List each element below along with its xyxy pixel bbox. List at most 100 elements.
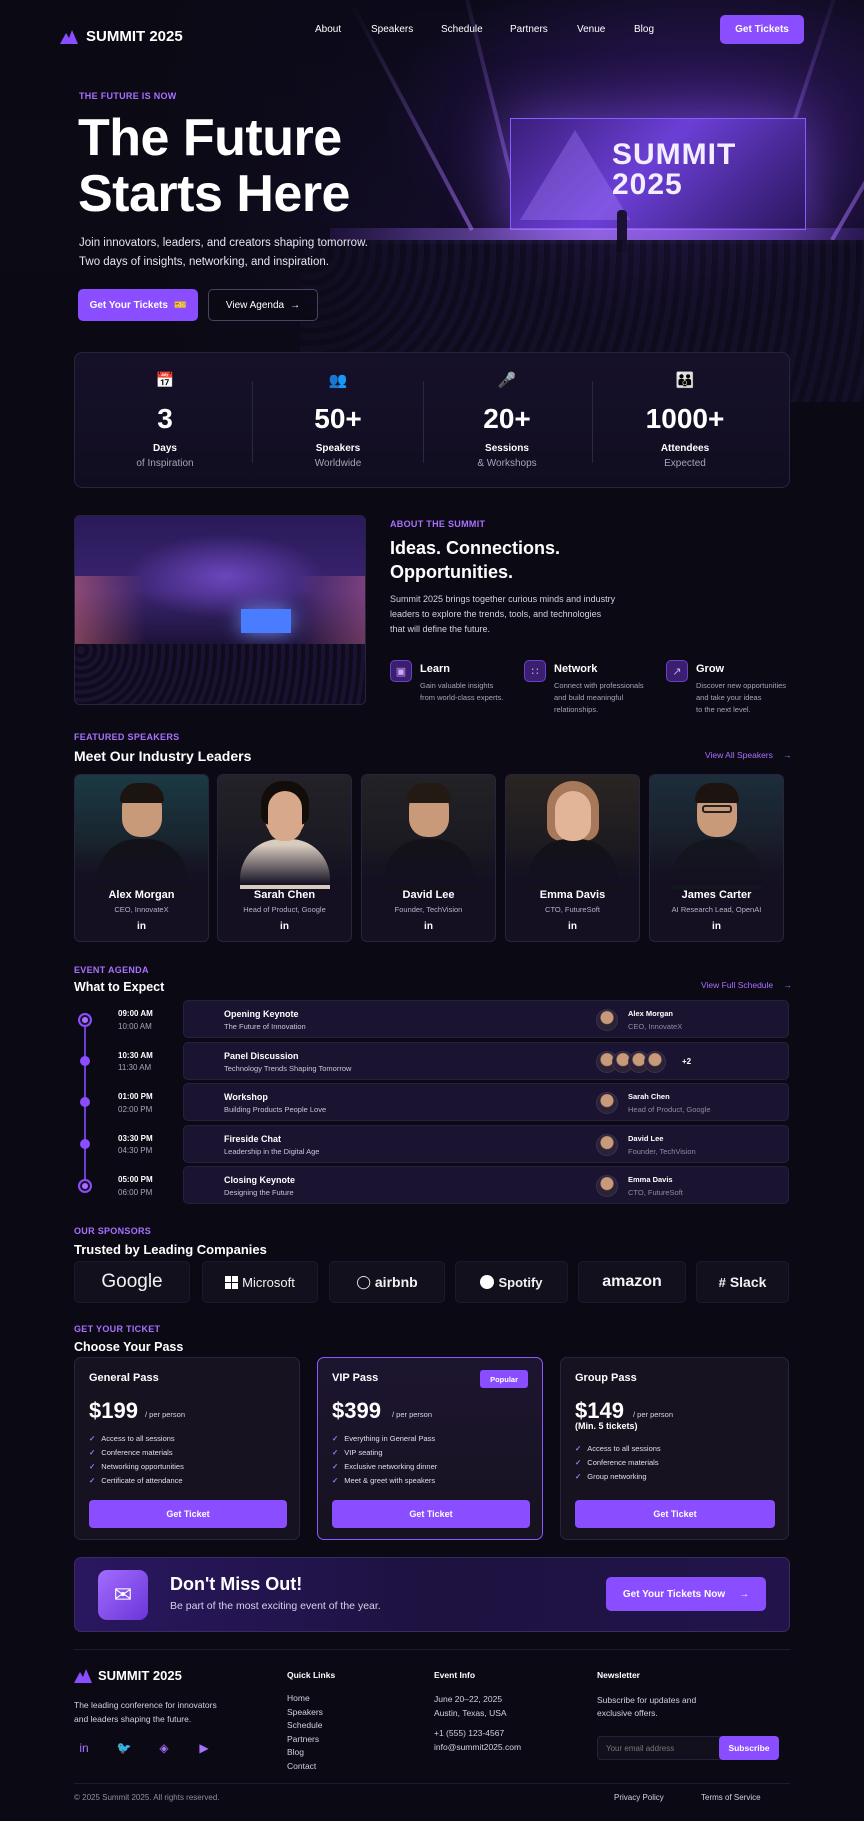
- event-dates: June 20–22, 2025: [434, 1694, 503, 1704]
- get-your-tickets-now-button[interactable]: Get Your Tickets Now →: [606, 1577, 766, 1611]
- pricing-title: Choose Your Pass: [74, 1340, 184, 1354]
- stat-value: 1000+: [645, 403, 725, 434]
- agenda-item[interactable]: Workshop Building Products People Love S…: [183, 1083, 789, 1121]
- view-agenda-button[interactable]: View Agenda →: [208, 289, 318, 321]
- linkedin-icon[interactable]: in: [75, 921, 208, 932]
- speaker-card[interactable]: Alex Morgan CEO, InnovateX in: [74, 774, 209, 942]
- stat-value: 3: [157, 403, 173, 434]
- sponsor-slack[interactable]: # Slack: [696, 1261, 789, 1303]
- view-agenda-label: View Agenda: [225, 299, 285, 311]
- check-icon: ✓: [89, 1448, 96, 1457]
- session-start-time: 01:00 PM: [118, 1092, 153, 1101]
- session-title: Workshop: [224, 1092, 268, 1102]
- plan-feature: ✓ Conference materials: [575, 1458, 659, 1467]
- sponsor-amazon[interactable]: amazon: [578, 1261, 686, 1303]
- speaker-role: Head of Product, Google: [243, 905, 326, 914]
- view-full-schedule-link[interactable]: View Full Schedule →: [701, 980, 792, 990]
- about-title: Ideas. Connections. Opportunities.: [390, 538, 561, 582]
- speaker-card[interactable]: David Lee Founder, TechVision in: [361, 774, 496, 942]
- speaker-card[interactable]: James Carter AI Research Lead, OpenAI in: [649, 774, 784, 942]
- plan-feature: ✓ Certificate of attendance: [89, 1476, 183, 1485]
- sponsor-airbnb[interactable]: ◯ airbnb: [329, 1261, 445, 1303]
- check-icon: ✓: [575, 1458, 582, 1467]
- get-tickets-nav-button[interactable]: Get Tickets: [720, 15, 804, 44]
- newsletter-heading: Newsletter: [597, 1670, 640, 1680]
- stat-days: 📅 3 Days of Inspiration: [80, 353, 250, 489]
- agenda-kicker: EVENT AGENDA: [74, 965, 149, 975]
- linkedin-icon[interactable]: in: [506, 921, 639, 932]
- speaker-card[interactable]: Emma Davis CTO, FutureSoft in: [505, 774, 640, 942]
- mail-icon: ✉: [98, 1570, 148, 1620]
- get-your-tickets-button[interactable]: Get Your Tickets 🎫: [78, 289, 198, 321]
- stat-value: 50+: [314, 403, 362, 434]
- get-ticket-button[interactable]: Get Ticket: [575, 1500, 775, 1528]
- agenda-item[interactable]: Panel Discussion Technology Trends Shapi…: [183, 1042, 789, 1080]
- linkedin-icon[interactable]: in: [218, 921, 351, 932]
- sponsor-google[interactable]: Google: [74, 1261, 190, 1303]
- session-speaker-role: Head of Product, Google: [628, 1105, 711, 1114]
- cta-banner: ✉ Don't Miss Out! Be part of the most ex…: [74, 1557, 790, 1632]
- session-title: Fireside Chat: [224, 1134, 282, 1144]
- terms-of-service-link[interactable]: Terms of Service: [701, 1793, 761, 1802]
- plan-feature: ✓ Group networking: [575, 1472, 647, 1481]
- agenda-item[interactable]: Opening Keynote The Future of Innovation…: [183, 1000, 789, 1038]
- linkedin-icon[interactable]: in: [74, 1738, 94, 1758]
- nav-link-about[interactable]: About: [315, 24, 341, 35]
- twitter-icon[interactable]: 🐦: [114, 1738, 134, 1758]
- plan-price: $199: [89, 1398, 138, 1423]
- view-full-schedule-label: View Full Schedule: [701, 980, 774, 990]
- check-icon: ✓: [89, 1462, 96, 1471]
- footer-link-home[interactable]: Home: [287, 1693, 310, 1703]
- nav-link-speakers[interactable]: Speakers: [371, 24, 413, 35]
- agenda-item[interactable]: Closing Keynote Designing the Future Emm…: [183, 1166, 789, 1204]
- brand-name: SUMMIT 2025: [86, 28, 183, 45]
- footer-link-contact[interactable]: Contact: [287, 1761, 316, 1771]
- windows-logo-icon: [225, 1275, 239, 1289]
- agenda-item[interactable]: Fireside Chat Leadership in the Digital …: [183, 1125, 789, 1163]
- nav-link-partners[interactable]: Partners: [510, 24, 548, 35]
- session-speaker-role: CEO, InnovateX: [628, 1022, 683, 1031]
- plan-feature: ✓ VIP seating: [332, 1448, 383, 1457]
- copyright-text: © 2025 Summit 2025. All rights reserved.: [74, 1793, 220, 1802]
- plan-unit: / per person: [145, 1410, 186, 1419]
- footer-tagline: The leading conference for innovators an…: [74, 1700, 217, 1724]
- linkedin-icon[interactable]: in: [650, 921, 783, 932]
- privacy-policy-link[interactable]: Privacy Policy: [614, 1793, 664, 1802]
- stat-value: 20+: [483, 403, 531, 434]
- conference-hall-image: [74, 515, 366, 705]
- footer-brand-logo[interactable]: SUMMIT 2025: [74, 1668, 182, 1683]
- footer-link-schedule[interactable]: Schedule: [287, 1720, 322, 1730]
- brand-logo[interactable]: SUMMIT 2025: [60, 28, 183, 45]
- nav-link-schedule[interactable]: Schedule: [441, 24, 483, 35]
- get-ticket-button[interactable]: Get Ticket: [89, 1500, 287, 1528]
- newsletter-email-input[interactable]: [597, 1736, 721, 1760]
- footer-link-speakers[interactable]: Speakers: [287, 1707, 323, 1717]
- sponsor-microsoft[interactable]: Microsoft: [202, 1261, 318, 1303]
- speaker-role: Founder, TechVision: [394, 905, 463, 914]
- sponsor-spotify[interactable]: Spotify: [455, 1261, 568, 1303]
- subscribe-button[interactable]: Subscribe: [719, 1736, 779, 1760]
- feature-title: Grow: [696, 663, 725, 675]
- view-all-speakers-link[interactable]: View All Speakers →: [705, 750, 792, 760]
- check-icon: ✓: [332, 1448, 339, 1457]
- linkedin-icon[interactable]: in: [362, 921, 495, 932]
- stat-sub: Worldwide: [314, 458, 362, 469]
- session-desc: Designing the Future: [224, 1188, 294, 1197]
- instagram-icon[interactable]: ◈: [154, 1738, 174, 1758]
- nav-link-blog[interactable]: Blog: [634, 24, 654, 35]
- nav-link-venue[interactable]: Venue: [577, 24, 605, 35]
- timeline-dot: [80, 1139, 90, 1149]
- arrow-right-icon: →: [739, 1588, 750, 1600]
- stat-label: Speakers: [315, 443, 361, 454]
- more-speakers-count: +2: [682, 1057, 692, 1066]
- footer-link-partners[interactable]: Partners: [287, 1734, 319, 1744]
- view-all-speakers-label: View All Speakers: [705, 750, 773, 760]
- get-your-tickets-now-label: Get Your Tickets Now: [622, 1588, 726, 1600]
- footer-link-blog[interactable]: Blog: [287, 1747, 304, 1757]
- event-phone[interactable]: +1 (555) 123-4567: [434, 1728, 504, 1738]
- get-ticket-button[interactable]: Get Ticket: [332, 1500, 530, 1528]
- event-email[interactable]: info@summit2025.com: [434, 1742, 521, 1752]
- timeline-dot: [80, 1097, 90, 1107]
- speaker-card[interactable]: Sarah Chen Head of Product, Google in: [217, 774, 352, 942]
- youtube-icon[interactable]: ▶: [194, 1738, 214, 1758]
